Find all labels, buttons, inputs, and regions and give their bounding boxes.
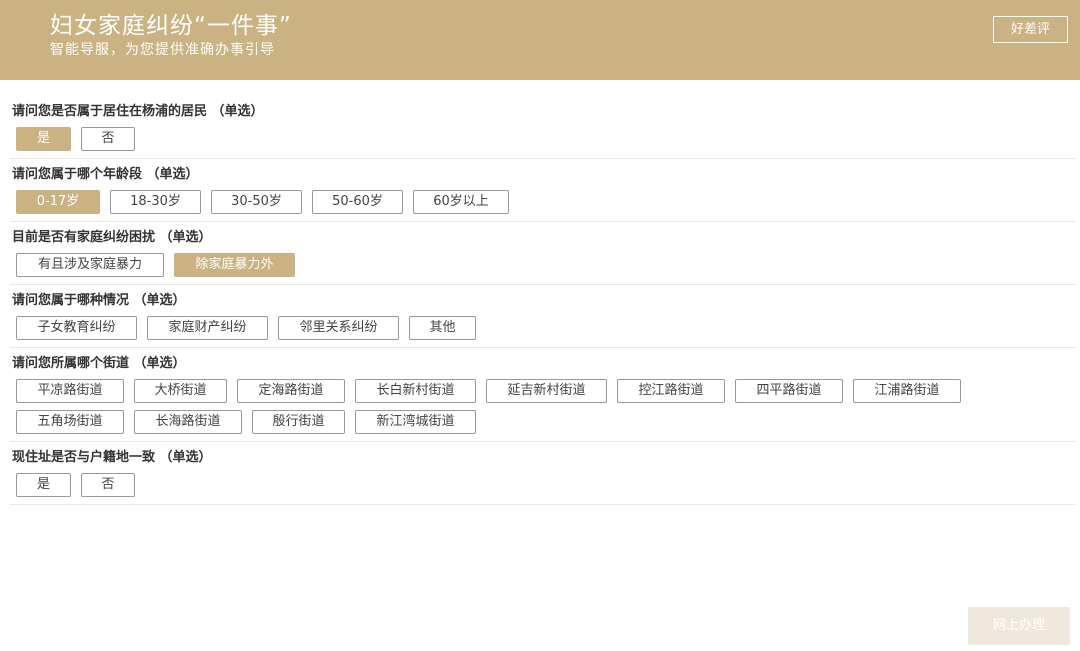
option-button[interactable]: 长海路街道 [134,410,242,434]
option-button[interactable]: 18-30岁 [110,190,201,214]
question-title: 请问您是否属于居住在杨浦的居民 （单选） [12,104,264,119]
option-button[interactable]: 长白新村街道 [355,379,476,403]
question-block: 请问您属于哪种情况 （单选） 子女教育纠纷 家庭财产纠纷 邻里关系纠纷 其他 [10,285,1076,348]
option-button[interactable]: 延吉新村街道 [486,379,607,403]
option-group: 子女教育纠纷 家庭财产纠纷 邻里关系纠纷 其他 [12,316,1076,340]
rate-button[interactable]: 好差评 [993,16,1068,43]
option-button[interactable]: 大桥街道 [134,379,227,403]
option-group: 是否 [12,473,1076,497]
question-title: 请问您所属哪个街道 （单选） [12,356,186,371]
question-block: 请问您属于哪个年龄段 （单选） 0-17岁 18-30岁 30-50岁 50-60岁 60… [10,159,1076,222]
question-list: 请问您是否属于居住在杨浦的居民 （单选）是否请问您属于哪个年龄段 （单选） 0-1… [10,96,1076,505]
option-button[interactable]: 五角场街道 [16,410,124,434]
submit-online-button[interactable]: 网上办理 [968,607,1070,645]
question-block: 现住址是否与户籍地一致 （单选） 是否 [10,442,1076,505]
option-group: 是否 [12,127,1076,151]
option-group: 0-17岁 18-30岁 30-50岁 50-60岁 60岁以上 [12,190,1076,214]
question-block: 请问您是否属于居住在杨浦的居民 （单选） 是否 [10,96,1076,159]
option-group: 平凉路街道 大桥街道 定海路街道 长白新村街道 延吉新村街道 控江路街道 四平路街道 江浦路街… [12,379,1076,434]
option-button[interactable]: 50-60岁 [312,190,403,214]
option-button[interactable]: 江浦路街道 [853,379,961,403]
option-group: 有且涉及家庭暴力 除家庭暴力外 [12,253,1076,277]
option-button[interactable]: 家庭财产纠纷 [147,316,268,340]
option-button[interactable]: 0-17岁 [16,190,100,214]
page-header: 妇女家庭纠纷“一件事” 智能导服，为您提供准确办事引导 好差评 [0,0,1080,80]
option-button[interactable]: 子女教育纠纷 [16,316,137,340]
question-block: 请问您所属哪个街道 （单选） 平凉路街道 大桥街道 定海路街道 长白新村街道 延吉新村街道… [10,348,1076,442]
option-button[interactable]: 邻里关系纠纷 [278,316,399,340]
option-button[interactable]: 除家庭暴力外 [174,253,295,277]
option-button[interactable]: 是 [16,473,71,497]
question-block: 目前是否有家庭纠纷困扰 （单选） 有且涉及家庭暴力 除家庭暴力外 [10,222,1076,285]
option-button[interactable]: 其他 [409,316,476,340]
option-button[interactable]: 有且涉及家庭暴力 [16,253,164,277]
option-button[interactable]: 殷行街道 [252,410,345,434]
question-title: 请问您属于哪个年龄段 （单选） [12,167,199,182]
option-button[interactable]: 30-50岁 [211,190,302,214]
option-button[interactable]: 定海路街道 [237,379,345,403]
question-title: 目前是否有家庭纠纷困扰 （单选） [12,230,212,245]
option-button[interactable]: 平凉路街道 [16,379,124,403]
option-button[interactable]: 新江湾城街道 [355,410,476,434]
option-button[interactable]: 否 [81,473,135,497]
option-button[interactable]: 控江路街道 [617,379,725,403]
option-button[interactable]: 否 [81,127,135,151]
page-subtitle: 智能导服，为您提供准确办事引导 [50,42,275,58]
page-title: 妇女家庭纠纷“一件事” [50,13,292,39]
option-button[interactable]: 是 [16,127,71,151]
option-button[interactable]: 60岁以上 [413,190,509,214]
question-title: 请问您属于哪种情况 （单选） [12,293,186,308]
question-title: 现住址是否与户籍地一致 （单选） [12,450,212,465]
option-button[interactable]: 四平路街道 [735,379,843,403]
